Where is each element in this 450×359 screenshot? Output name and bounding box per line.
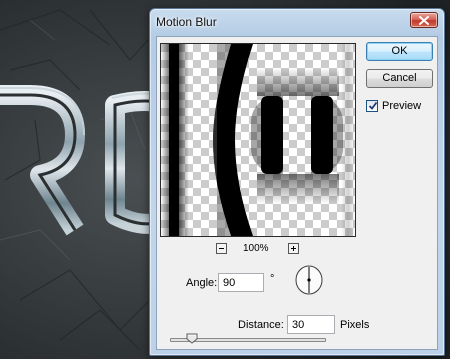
filter-preview[interactable] [160, 43, 356, 237]
cancel-button[interactable]: Cancel [366, 69, 433, 88]
degree-symbol: ° [270, 273, 275, 285]
title-bar[interactable]: Motion Blur [150, 9, 444, 35]
dialog-body: 100% OK Cancel Preview Angle: ° Distance… [156, 36, 438, 350]
close-button[interactable] [410, 12, 438, 28]
zoom-out-icon[interactable] [216, 243, 227, 254]
zoom-in-icon[interactable] [288, 243, 299, 254]
ok-button[interactable]: OK [366, 42, 433, 61]
angle-input[interactable] [218, 273, 264, 292]
preview-label[interactable]: Preview [382, 100, 421, 112]
motion-blur-dialog: Motion Blur 100% OK Cancel Preview Angle… [149, 8, 445, 356]
close-icon [419, 16, 429, 25]
preview-checkbox[interactable] [366, 100, 378, 112]
angle-label: Angle: [186, 277, 218, 289]
zoom-level: 100% [243, 243, 269, 254]
dialog-title: Motion Blur [156, 15, 217, 29]
distance-label: Distance: [238, 319, 284, 331]
distance-input[interactable] [287, 315, 335, 334]
preview-image [161, 44, 355, 236]
angle-dial-icon[interactable] [294, 263, 324, 297]
checkmark-icon [368, 101, 378, 110]
pixels-unit-label: Pixels [340, 319, 370, 331]
slider-thumb-icon[interactable] [186, 333, 198, 344]
